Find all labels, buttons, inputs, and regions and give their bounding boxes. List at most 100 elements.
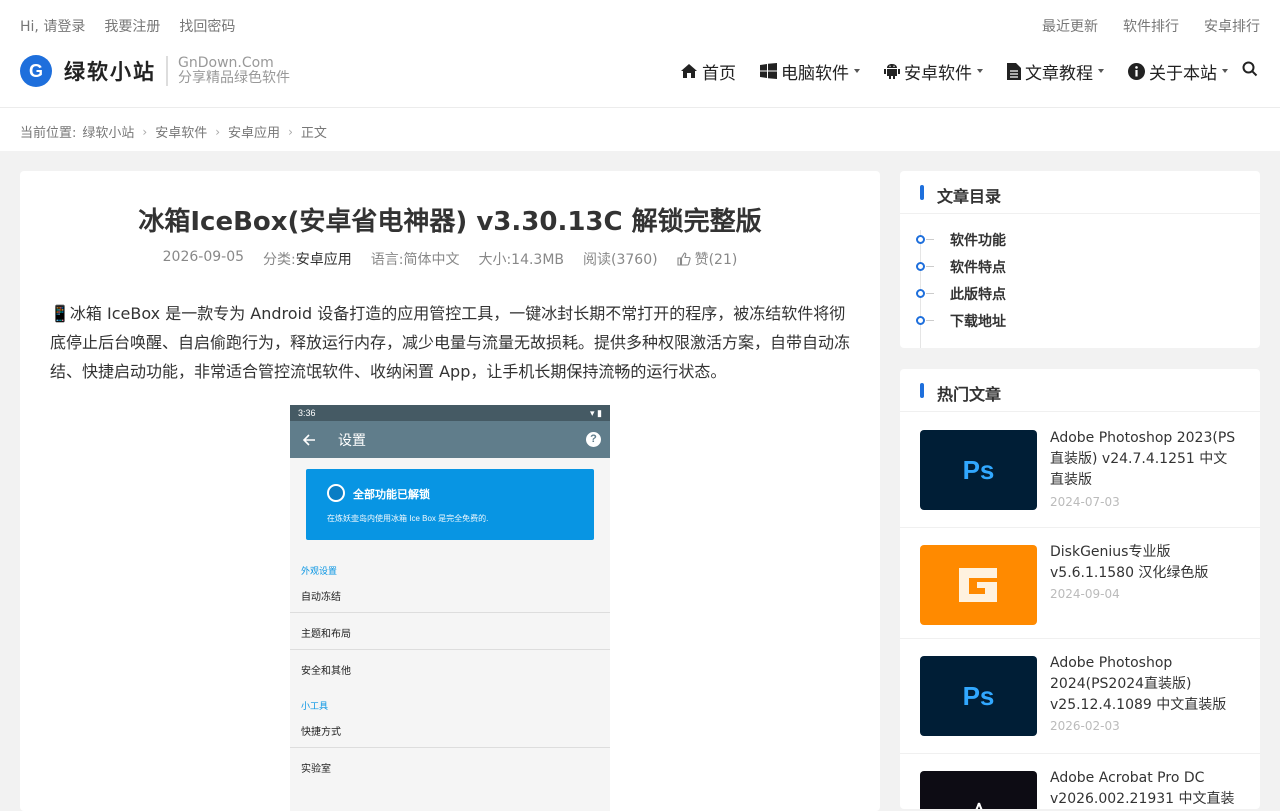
logo-mark: G (20, 55, 52, 87)
hot-article-title: DiskGenius专业版 v5.6.1.1580 汉化绿色版 (1050, 544, 1209, 581)
ps-logo-text: Ps (962, 454, 995, 485)
app-screenshot: 3:36 ▾ ▮ 设置 ? 全部功能已解锁 在炼妖壶岛内使用冰箱 Ice Box… (290, 405, 610, 811)
divider (290, 612, 610, 613)
like-count: 赞(21) (694, 252, 738, 268)
breadcrumb-current: 正文 (300, 126, 327, 141)
breadcrumb-bar: 当前位置: 绿软小站 › 安卓软件 › 安卓应用 › 正文 (0, 108, 1280, 151)
like-button[interactable]: 赞(21) (677, 249, 738, 269)
photoshop-thumbnail: Ps (920, 656, 1037, 736)
nav-about-label: 关于本站 (1149, 63, 1217, 84)
hot-article-date: 2024-07-03 (1050, 495, 1120, 509)
toc-item-label: 此版特点 (950, 287, 1006, 303)
hot-article-item[interactable]: Ps Adobe Photoshop 2023(PS直装版) v24.7.4.1… (900, 413, 1260, 528)
hot-article-item[interactable]: DiskGenius专业版 v5.6.1.1580 汉化绿色版 2024-09-… (900, 528, 1260, 639)
category-label: 分类: (263, 252, 296, 268)
chevron-right-icon: › (288, 124, 293, 139)
settings-row: 安全和其他 (301, 666, 351, 677)
toc-list: 软件功能 软件特点 此版特点 下载地址 (900, 214, 1260, 348)
article-intro: 📱冰箱 IceBox 是一款专为 Android 设备打造的应用管控工具，一键冰… (50, 304, 851, 381)
recover-password-link[interactable]: 找回密码 (179, 16, 235, 36)
android-icon (884, 63, 900, 80)
banner-subtitle: 在炼妖壶岛内使用冰箱 Ice Box 是完全免费的. (327, 514, 489, 523)
register-link[interactable]: 我要注册 (104, 16, 160, 36)
toc-title: 文章目录 (937, 187, 1002, 206)
nav-pc-software-label: 电脑软件 (781, 63, 849, 84)
search-button[interactable] (1242, 61, 1260, 79)
toc-dot (916, 235, 925, 244)
diskgenius-logo-icon (958, 568, 997, 602)
nav-android-software[interactable]: 安卓软件 (884, 59, 983, 84)
breadcrumb: 当前位置: 绿软小站 › 安卓软件 › 安卓应用 › 正文 (20, 122, 327, 142)
android-ranking-link[interactable]: 安卓排行 (1204, 16, 1260, 36)
chevron-down-icon (1098, 69, 1104, 73)
toc-header: 文章目录 (900, 171, 1260, 214)
status-time: 3:36 (298, 408, 316, 418)
banner-title: 全部功能已解锁 (353, 489, 430, 501)
toc-item-label: 软件功能 (950, 233, 1006, 249)
toc-dot (916, 262, 925, 271)
search-icon (1242, 61, 1258, 77)
snowflake-icon (327, 484, 345, 502)
accent-bar (920, 383, 924, 398)
hot-article-item[interactable]: Adobe Acrobat Pro DC v2026.002.21931 中文直… (900, 754, 1260, 809)
status-icons: ▾ ▮ (590, 407, 602, 418)
recent-updates-link[interactable]: 最近更新 (1042, 16, 1098, 36)
breadcrumb-home[interactable]: 绿软小站 (82, 122, 134, 141)
nav-pc-software[interactable]: 电脑软件 (760, 59, 860, 84)
hot-articles-widget: 热门文章 Ps Adobe Photoshop 2023(PS直装版) v24.… (900, 369, 1260, 809)
breadcrumb-android-software[interactable]: 安卓软件 (155, 122, 207, 141)
divider (290, 747, 610, 748)
article-date: 2026-09-05 (162, 249, 245, 265)
site-domain: GnDown.Com (178, 55, 274, 71)
hot-article-item[interactable]: Ps Adobe Photoshop 2024(PS2024直装版) v25.1… (900, 639, 1260, 754)
section-tools: 小工具 (301, 701, 329, 711)
hot-header: 热门文章 (900, 369, 1260, 412)
site-logo[interactable]: G 绿软小站 GnDown.Com 分享精品绿色软件 (20, 55, 290, 87)
acrobat-thumbnail (920, 771, 1037, 809)
app-toolbar: 设置 ? (290, 421, 610, 458)
home-icon (680, 63, 698, 79)
logo-divider (166, 56, 168, 86)
site-header: Hi, 请登录 我要注册 找回密码 最近更新 软件排行 安卓排行 G 绿软小站 … (0, 0, 1280, 108)
app-toolbar-title: 设置 (338, 431, 366, 448)
hot-title: 热门文章 (937, 385, 1002, 404)
section-appearance: 外观设置 (301, 566, 338, 576)
article-reads: 阅读(3760) (583, 252, 658, 268)
settings-row: 实验室 (301, 764, 331, 775)
top-links-bar: Hi, 请登录 我要注册 找回密码 最近更新 软件排行 安卓排行 (20, 16, 1260, 36)
hot-article-title: Adobe Photoshop 2024(PS2024直装版) v25.12.4… (1050, 655, 1227, 713)
toc-dash (926, 293, 934, 294)
chevron-down-icon (1222, 69, 1228, 73)
software-ranking-link[interactable]: 软件排行 (1123, 16, 1179, 36)
main-nav: 首页 电脑软件 安卓软件 文章教程 关于本站 (680, 58, 1228, 84)
acrobat-logo-icon (975, 802, 982, 809)
photoshop-thumbnail: Ps (920, 430, 1037, 510)
toc-widget: 文章目录 软件功能 软件特点 此版特点 下载地址 (900, 171, 1260, 348)
site-name: 绿软小站 (64, 60, 156, 84)
toc-dash (926, 320, 934, 321)
status-bar: 3:36 ▾ ▮ (290, 405, 610, 421)
unlocked-banner: 全部功能已解锁 在炼妖壶岛内使用冰箱 Ice Box 是完全免费的. (306, 469, 594, 540)
article-meta: 2026-09-05 分类:安卓应用 语言:简体中文 大小:14.3MB 阅读(… (20, 249, 880, 269)
chevron-down-icon (854, 69, 860, 73)
chevron-right-icon: › (215, 124, 221, 139)
category-link[interactable]: 安卓应用 (296, 252, 352, 268)
nav-about[interactable]: 关于本站 (1128, 59, 1228, 84)
settings-row: 主题和布局 (301, 629, 351, 640)
nav-articles[interactable]: 文章教程 (1007, 59, 1104, 84)
divider (290, 649, 610, 650)
info-icon (1128, 62, 1145, 80)
login-link[interactable]: Hi, 请登录 (20, 16, 85, 36)
article-category: 分类:安卓应用 (263, 249, 352, 269)
breadcrumb-android-apps[interactable]: 安卓应用 (228, 122, 280, 141)
back-arrow-icon (302, 433, 315, 446)
toc-item-label: 下载地址 (950, 314, 1006, 330)
document-icon (1007, 62, 1021, 80)
chevron-right-icon: › (142, 124, 148, 139)
hot-article-date: 2024-09-04 (1050, 587, 1120, 601)
article-title: 冰箱IceBox(安卓省电神器) v3.30.13C 解锁完整版 (138, 207, 762, 237)
nav-home-label: 首页 (702, 63, 736, 84)
hot-article-title: Adobe Acrobat Pro DC v2026.002.21931 中文直… (1050, 770, 1235, 807)
nav-home[interactable]: 首页 (680, 59, 736, 84)
article-card: 冰箱IceBox(安卓省电神器) v3.30.13C 解锁完整版 2026-09… (20, 171, 880, 811)
